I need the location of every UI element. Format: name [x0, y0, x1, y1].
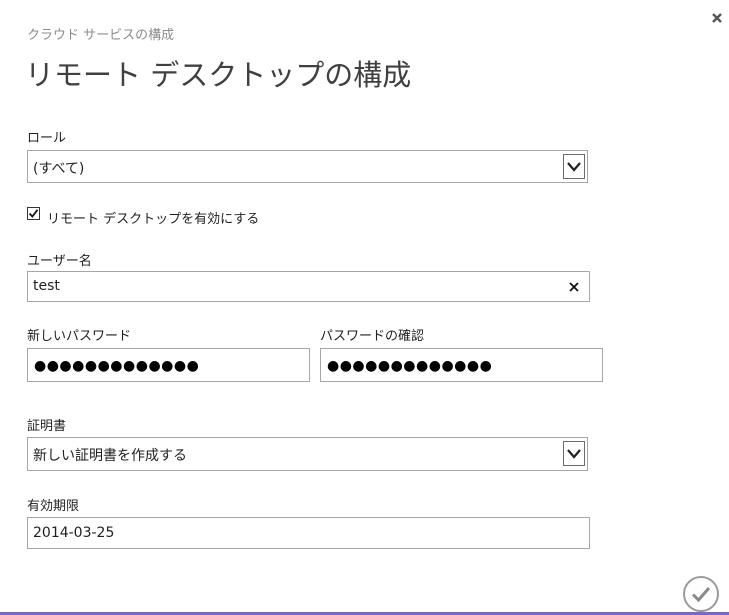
new-password-input[interactable]: ●●●●●●●●●●●●● [27, 348, 310, 382]
close-button[interactable] [707, 8, 727, 28]
certificate-label: 証明書 [27, 419, 67, 434]
role-select-value: (すべて) [33, 161, 85, 177]
confirm-password-value: ●●●●●●●●●●●●● [327, 358, 493, 374]
certificate-select-value: 新しい証明書を作成する [33, 448, 187, 464]
role-label: ロール [27, 131, 67, 146]
username-clear-button[interactable] [567, 280, 581, 294]
username-value: test [33, 278, 60, 294]
dialog-subtitle: クラウド サービスの構成 [27, 28, 175, 43]
certificate-dropdown-button[interactable] [563, 441, 585, 466]
confirm-password-label: パスワードの確認 [320, 329, 425, 344]
configure-remote-desktop-dialog: クラウド サービスの構成 リモート デスクトップの構成 ロール (すべて) リモ… [0, 0, 729, 615]
checkmark-icon [28, 209, 39, 218]
new-password-label: 新しいパスワード [27, 329, 132, 344]
expiration-date-value: 2014-03-25 [33, 525, 115, 541]
enable-rdp-label: リモート デスクトップを有効にする [47, 212, 260, 227]
chevron-down-icon [567, 449, 581, 459]
new-password-value: ●●●●●●●●●●●●● [34, 358, 200, 374]
username-input[interactable]: test [27, 271, 590, 302]
expiration-label: 有効期限 [27, 499, 80, 514]
role-dropdown-button[interactable] [563, 154, 585, 179]
checkmark-circle-icon [683, 576, 719, 612]
chevron-down-icon [567, 162, 581, 172]
username-label: ユーザー名 [27, 254, 92, 269]
confirm-button[interactable] [682, 575, 720, 613]
role-select[interactable]: (すべて) [27, 150, 588, 183]
expiration-date-input[interactable]: 2014-03-25 [27, 517, 590, 549]
enable-rdp-checkbox[interactable] [27, 207, 40, 220]
certificate-select[interactable]: 新しい証明書を作成する [27, 437, 588, 471]
confirm-password-input[interactable]: ●●●●●●●●●●●●● [320, 348, 603, 382]
dialog-title: リモート デスクトップの構成 [25, 58, 412, 92]
close-icon [712, 13, 722, 23]
clear-icon [569, 282, 579, 292]
